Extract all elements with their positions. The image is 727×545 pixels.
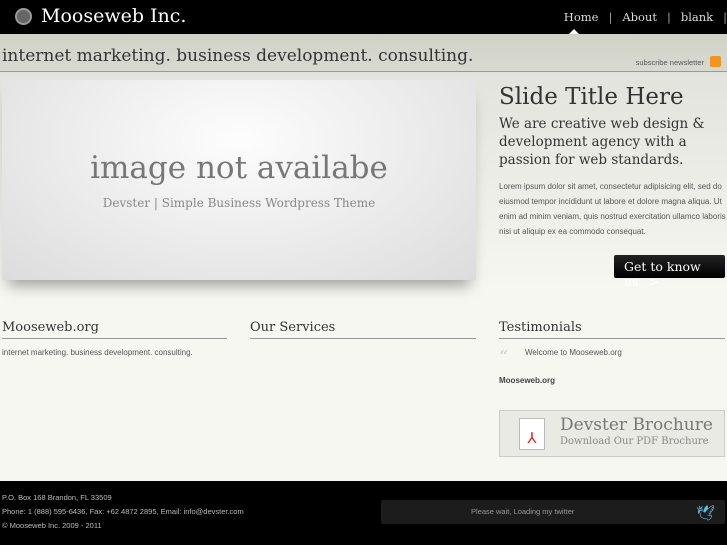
chevron-right-icon: > — [648, 274, 659, 289]
twitter-widget: Please wait, Loading my twitter 🕊 — [381, 500, 725, 524]
brochure-download-button[interactable]: ⅄ Devster Brochure Download Our PDF Broc… — [499, 410, 725, 457]
twitter-bird-icon[interactable]: 🕊 — [696, 504, 715, 522]
slide-image: image not availabe Devster | Simple Busi… — [2, 80, 476, 280]
column-text: internet marketing. business development… — [2, 348, 193, 357]
nav-blank[interactable]: blank — [681, 10, 713, 24]
footer-address: P.O. Box 168 Brandon, FL 33509 — [2, 493, 112, 502]
get-to-know-us-button[interactable]: Get to know us > — [614, 255, 725, 289]
footer: P.O. Box 168 Brandon, FL 33509 Phone: 1 … — [0, 481, 727, 545]
main-nav: Home | About | blank | — [554, 10, 727, 24]
logo-icon[interactable] — [15, 8, 32, 25]
pdf-icon: ⅄ — [519, 418, 545, 450]
testimonial-author: Mooseweb.org — [499, 376, 556, 385]
nav-separator: | — [608, 10, 613, 24]
column-title: Mooseweb.org — [2, 320, 227, 339]
cta-label: Get to know us — [624, 259, 701, 289]
twitter-loading-text: Please wait, Loading my twitter — [471, 507, 575, 516]
brochure-subtitle: Download Our PDF Brochure — [560, 436, 709, 447]
slide-subtitle: We are creative web design & development… — [499, 116, 705, 168]
slide-title: Slide Title Here — [499, 84, 684, 110]
column-mooseweb: Mooseweb.org internet marketing. busines… — [2, 320, 227, 357]
rss-icon[interactable] — [710, 56, 721, 67]
nav-home[interactable]: Home — [564, 10, 599, 24]
slide-description: Lorem ipsum dolor sit amet, consectetur … — [499, 182, 726, 236]
footer-phone-email: Phone: 1 (888) 595-6436, Fax: +62 4872 2… — [2, 507, 244, 516]
brochure-title: Devster Brochure — [560, 415, 713, 435]
column-services: Our Services — [250, 320, 476, 339]
image-placeholder-title: image not availabe — [90, 150, 388, 186]
nav-about[interactable]: About — [622, 10, 657, 24]
footer-copyright: © Mooseweb Inc. 2009 - 2011 — [2, 521, 102, 530]
nav-separator: | — [723, 10, 727, 24]
footer-contact: P.O. Box 168 Brandon, FL 33509 Phone: 1 … — [2, 491, 244, 533]
column-title: Testimonials — [499, 320, 725, 339]
column-testimonials: Testimonials “ Welcome to Mooseweb.org M… — [499, 320, 725, 385]
image-placeholder-subtitle: Devster | Simple Business Wordpress Them… — [102, 196, 376, 210]
tagline: internet marketing. business development… — [2, 46, 474, 66]
brand-name[interactable]: Mooseweb Inc. — [41, 5, 186, 27]
tagline-band: internet marketing. business development… — [0, 34, 727, 72]
header: Mooseweb Inc. Home | About | blank | — [0, 0, 727, 34]
column-title: Our Services — [250, 320, 476, 339]
quote-icon: “ — [499, 347, 509, 368]
subscribe-newsletter-link[interactable]: subscribe newsletter — [636, 58, 704, 67]
testimonial-text: Welcome to Mooseweb.org — [525, 348, 622, 357]
nav-separator: | — [666, 10, 671, 24]
